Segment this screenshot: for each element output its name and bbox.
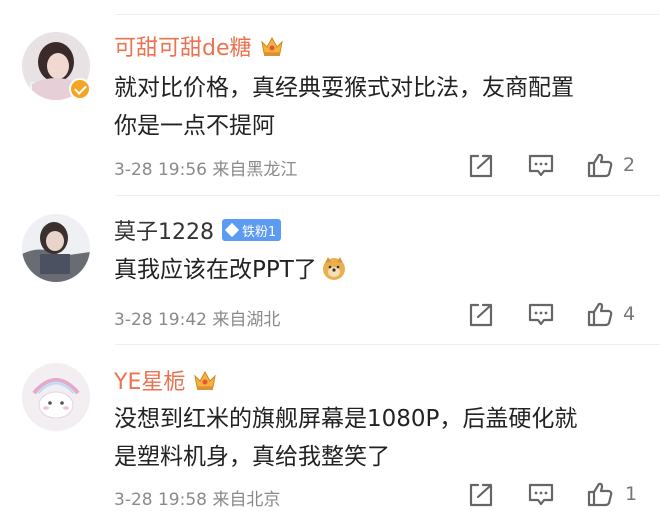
timestamp: 3-28 19:42 <box>114 310 207 330</box>
comment-icon[interactable] <box>527 152 555 180</box>
like-count: 2 <box>623 154 636 176</box>
location: 来自北京 <box>212 490 281 510</box>
timestamp: 3-28 19:58 <box>114 490 207 510</box>
comment-meta: 3-28 19:58 来自北京 <box>114 485 280 510</box>
share-icon[interactable] <box>467 481 495 509</box>
like-count: 4 <box>623 303 636 325</box>
like-icon[interactable] <box>586 480 614 508</box>
divider <box>115 195 660 196</box>
username[interactable]: 可甜可甜de糖 <box>114 30 252 62</box>
fan-badge-label: 铁粉1 <box>242 224 277 240</box>
like-count: 1 <box>625 483 638 505</box>
comment-text-line: 就对比价格，真经典耍猴式对比法，友商配置 <box>114 75 574 101</box>
comment-meta: 3-28 19:42 来自湖北 <box>114 305 280 330</box>
comment-icon[interactable] <box>527 301 555 329</box>
username[interactable]: YE星栀 <box>114 364 185 396</box>
timestamp: 3-28 19:56 <box>114 160 207 180</box>
fan-badge: 铁粉1 <box>222 219 282 241</box>
comment-text-line: 你是一点不提阿 <box>114 113 275 139</box>
like-icon[interactable] <box>586 151 614 179</box>
comment-meta: 3-28 19:56 来自黑龙江 <box>114 155 297 180</box>
doge-emoji <box>322 257 345 280</box>
avatar[interactable] <box>22 363 90 431</box>
username[interactable]: 莫子1228 <box>114 214 214 246</box>
comment-text: 没想到红米的旗舰屏幕是1080P，后盖硬化就 是塑料机身，真给我整笑了 <box>114 400 634 476</box>
crown-icon <box>194 370 217 390</box>
comment-text-line: 是塑料机身，真给我整笑了 <box>114 444 390 470</box>
divider <box>115 344 660 345</box>
location: 来自黑龙江 <box>212 160 298 180</box>
avatar[interactable] <box>22 214 90 282</box>
comment-text: 就对比价格，真经典耍猴式对比法，友商配置 你是一点不提阿 <box>114 69 634 145</box>
crown-icon <box>260 36 283 56</box>
comment-icon[interactable] <box>527 481 555 509</box>
location: 来自湖北 <box>212 310 281 330</box>
share-icon[interactable] <box>467 301 495 329</box>
top-divider <box>115 14 660 15</box>
share-icon[interactable] <box>467 152 495 180</box>
like-icon[interactable] <box>586 300 614 328</box>
diamond-icon <box>224 222 240 238</box>
verified-icon <box>69 78 91 100</box>
comment-text-line: 没想到红米的旗舰屏幕是1080P，后盖硬化就 <box>114 406 578 432</box>
comment-text-line: 真我应该在改PPT了 <box>114 257 317 283</box>
comment-text: 真我应该在改PPT了 <box>114 251 634 289</box>
